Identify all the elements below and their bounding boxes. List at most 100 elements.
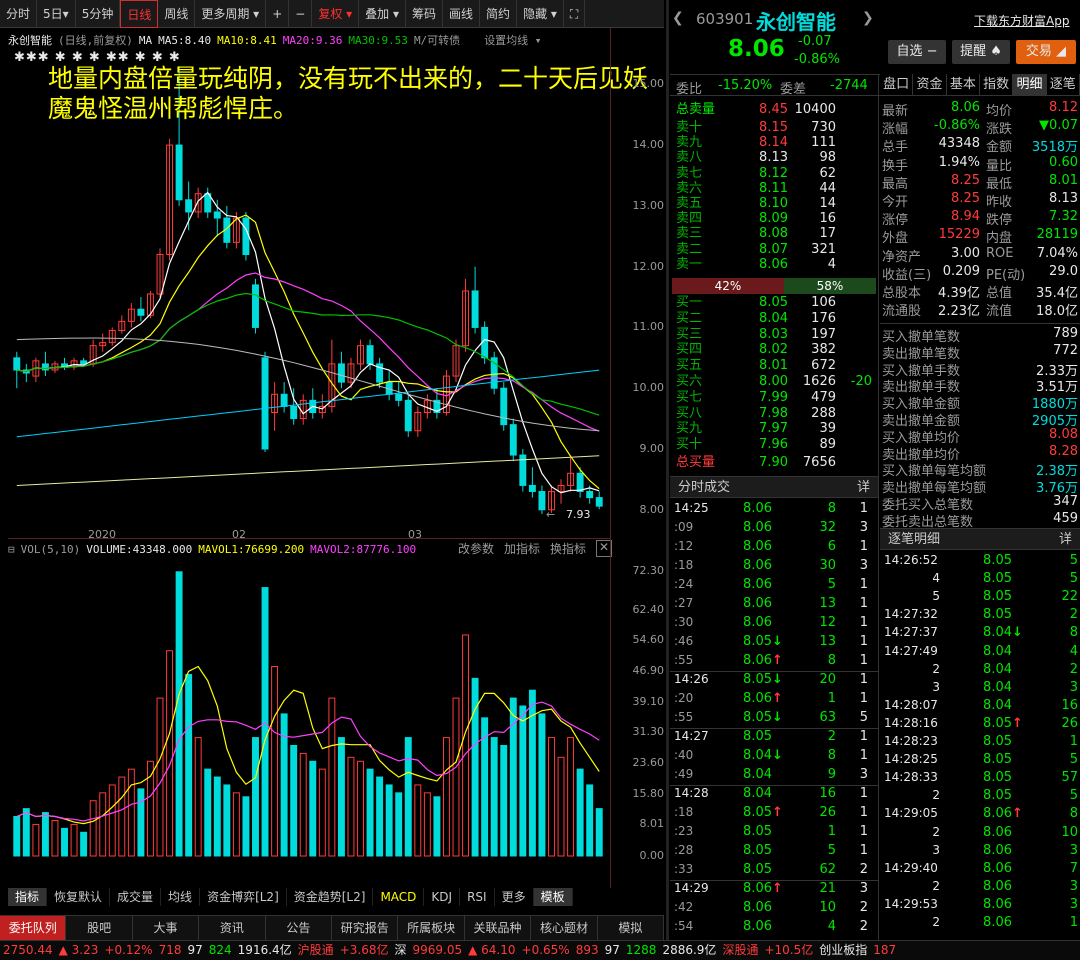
volume-bar [290, 744, 298, 857]
toolbar-item-6[interactable]: + [266, 0, 290, 28]
alert-button[interactable]: 提醒 ♠ [952, 40, 1010, 64]
status-item: 1916.4亿 [237, 943, 292, 957]
indicator-tab-7[interactable]: KDJ [424, 888, 461, 906]
volume-bar [166, 650, 174, 857]
ticks-detail-button[interactable]: 详 [857, 477, 870, 499]
trade-volume: 5 [1069, 571, 1078, 587]
add-indicator-button[interactable]: 加指标 [504, 540, 540, 557]
bottom-tab-4[interactable]: 公告 [266, 916, 333, 940]
volume-chart[interactable] [8, 556, 610, 866]
indicator-tab-0[interactable]: 指标 [8, 888, 48, 906]
volume-bar [385, 784, 393, 857]
tick-time: :40 [674, 748, 694, 762]
toolbar-item-12[interactable]: 简约 [480, 0, 518, 28]
tick-time: :28 [674, 843, 694, 857]
toolbar-item-1[interactable]: 5日▾ [37, 0, 76, 28]
stat-tab-3[interactable]: 指数 [980, 74, 1014, 95]
trade-button[interactable]: 交易 ◢ [1016, 40, 1076, 64]
candlestick-chart[interactable] [8, 60, 610, 528]
trade-price: 8.04 [983, 679, 1012, 695]
bottom-tab-0[interactable]: 委托队列 [0, 916, 67, 940]
indicator-tab-8[interactable]: RSI [460, 888, 495, 906]
stat-tab-5[interactable]: 逐笔 [1047, 74, 1080, 95]
volume-bar [156, 697, 164, 857]
bottom-tab-1[interactable]: 股吧 [66, 916, 133, 940]
indicator-tab-5[interactable]: 资金趋势[L2] [287, 888, 374, 906]
bottom-tab-8[interactable]: 核心题材 [531, 916, 598, 940]
stat-tab-4[interactable]: 明细 [1013, 74, 1047, 95]
arrow-up-icon: ↑ [772, 881, 783, 896]
toolbar-item-9[interactable]: 叠加 ▾ [359, 0, 407, 28]
bottom-tab-3[interactable]: 资讯 [199, 916, 266, 940]
stat-tab-1[interactable]: 资金 [913, 74, 947, 95]
indicator-tab-1[interactable]: 恢复默认 [47, 888, 111, 906]
toolbar-item-8[interactable]: 复权 ▾ [312, 0, 360, 28]
stock-code: 603901 [696, 10, 754, 28]
bottom-tab-9[interactable]: 模拟 [598, 916, 665, 940]
toolbar-item-13[interactable]: 隐藏 ▾ [517, 0, 564, 28]
stat-value: 15229 [938, 227, 980, 243]
candle [280, 393, 288, 407]
tick-price: 8.06 [743, 653, 772, 668]
order-price: 8.45 [759, 102, 788, 117]
next-stock-icon[interactable]: ❯ [862, 10, 874, 26]
toolbar-item-2[interactable]: 5分钟 [76, 0, 121, 28]
toolbar-item-10[interactable]: 筹码 [406, 0, 444, 28]
order-volume: 4 [827, 256, 836, 272]
candle [185, 199, 193, 213]
convert-bond-toggle[interactable]: M/可转债 [414, 32, 460, 48]
tick-price: 8.06 [743, 558, 772, 573]
indicator-tab-2[interactable]: 成交量 [110, 888, 162, 906]
tick-time: 14:26 [674, 672, 709, 686]
indicator-tab-4[interactable]: 资金博弈[L2] [200, 888, 287, 906]
indicator-tab-6[interactable]: MACD [373, 888, 425, 906]
trade-price: 8.06 [983, 915, 1012, 930]
stat-tab-0[interactable]: 盘口 [880, 74, 914, 95]
ma-settings-button[interactable]: 设置均线 ▾ [484, 32, 541, 48]
toolbar-item-11[interactable]: 画线 [443, 0, 481, 28]
volume-bar [22, 808, 30, 857]
bottom-tabs: 委托队列 股吧 大事 资讯 公告 研究报告 所属板块 关联品种 核心题材 模拟 [0, 915, 665, 940]
indicator-tab-3[interactable]: 均线 [161, 888, 201, 906]
edit-params-button[interactable]: 改参数 [458, 540, 494, 557]
trade-time: 14:29:05 [884, 806, 938, 821]
indicator-tab-10[interactable]: 模板 [533, 888, 573, 906]
candle [395, 393, 403, 401]
stat-value: 29.0 [1049, 263, 1078, 279]
bottom-tab-6[interactable]: 所属板块 [398, 916, 465, 940]
collapse-icon[interactable]: ⊟ [8, 543, 15, 556]
cancel-stat-value: 459 [1053, 510, 1078, 526]
toolbar-item-7[interactable]: − [289, 0, 313, 28]
bottom-tab-2[interactable]: 大事 [133, 916, 200, 940]
volume-bar [595, 808, 603, 857]
toolbar-item-5[interactable]: 更多周期 ▾ [195, 0, 267, 28]
toolbar-item-0[interactable]: 分时 [0, 0, 38, 28]
switch-indicator-button[interactable]: 换指标 [550, 540, 586, 557]
volume-bar [80, 831, 88, 857]
volume-bar [452, 697, 460, 857]
market-status-bar: 2750.44 ▲ 3.23 +0.12% 718 97 824 1916.4亿 沪股通 +3.… [0, 940, 1080, 960]
stat-tab-2[interactable]: 基本 [947, 74, 980, 95]
chart-mode[interactable]: (日线,前复权) [58, 32, 133, 48]
bottom-tab-7[interactable]: 关联品种 [465, 916, 532, 940]
prev-stock-icon[interactable]: ❮ [672, 10, 684, 26]
tick-volume: 1 [827, 824, 836, 839]
toolbar-item-3[interactable]: 日线 [120, 0, 159, 28]
indicator-tab-9[interactable]: 更多 [495, 888, 534, 906]
volume-tick: 72.30 [632, 563, 665, 577]
last-price: 8.06 [728, 36, 785, 62]
tick-volume: 8 [827, 653, 836, 668]
trade-volume: 5 [1069, 752, 1078, 768]
status-item: +3.68亿 [339, 943, 389, 957]
volume-tick: 15.80 [632, 786, 665, 800]
status-item: 1288 [625, 943, 657, 957]
download-app-link[interactable]: 下载东方财富App [974, 12, 1069, 29]
volume-bar [395, 792, 403, 857]
volume-bar [357, 760, 364, 857]
toolbar-item-14[interactable]: ⛶ [564, 0, 586, 28]
add-watchlist-button[interactable]: 自选 − [888, 40, 946, 64]
bottom-tab-5[interactable]: 研究报告 [332, 916, 399, 940]
toolbar-item-4[interactable]: 周线 [158, 0, 196, 28]
order-volume: 89 [819, 437, 836, 453]
trades-detail-button[interactable]: 详 [1059, 529, 1072, 551]
